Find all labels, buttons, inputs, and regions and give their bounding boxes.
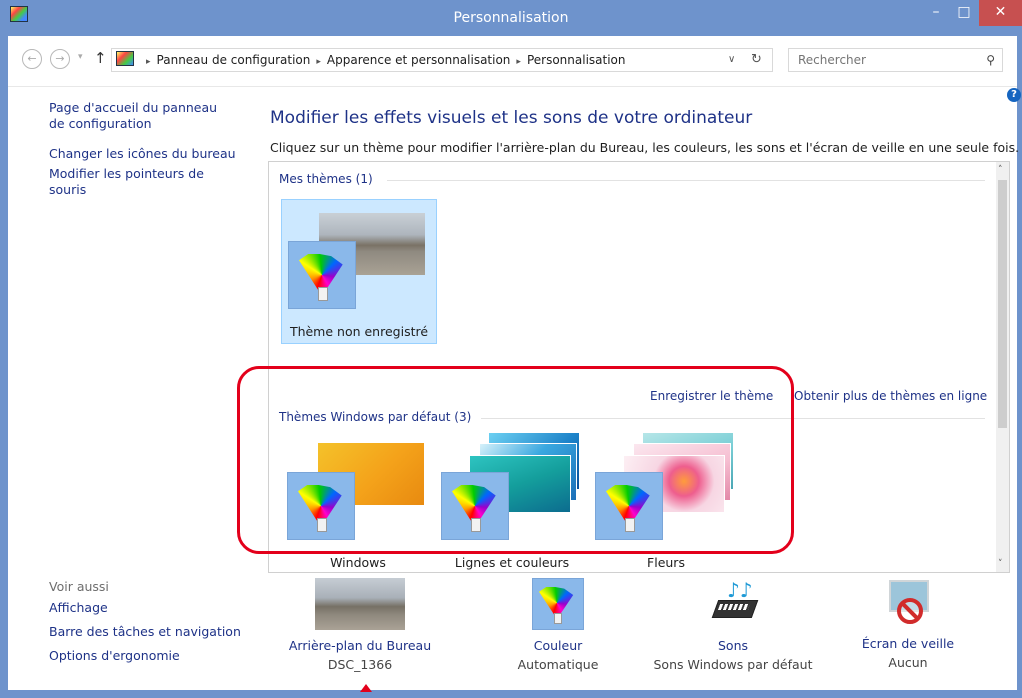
sidebar-link-mouse-pointers[interactable]: Modifier les pointeurs de souris	[49, 166, 239, 198]
color-label[interactable]: Couleur	[508, 638, 608, 653]
minimize-button[interactable]: –	[922, 0, 950, 26]
see-also-display[interactable]: Affichage	[49, 600, 241, 616]
maximize-button[interactable]: □	[950, 0, 978, 26]
sounds-setting[interactable]: ♪♪ Sons Sons Windows par défaut	[648, 578, 818, 672]
address-bar: ← → ▾ ↑ ▸ Panneau de configuration ▸ Appare…	[8, 36, 1017, 87]
screen-saver-label[interactable]: Écran de veille	[858, 636, 958, 651]
scroll-thumb[interactable]	[998, 180, 1007, 428]
help-icon[interactable]: ?	[1007, 88, 1021, 102]
page-description: Cliquez sur un thème pour modifier l'arr…	[270, 140, 1020, 155]
get-more-themes-link[interactable]: Obtenir plus de thèmes en ligne	[794, 389, 987, 403]
see-also-ease-of-access[interactable]: Options d'ergonomie	[49, 648, 241, 664]
sidebar-link-desktop-icons[interactable]: Changer les icônes du bureau	[49, 146, 239, 162]
bottom-settings-bar: Voir aussi Affichage Barre des tâches et…	[8, 571, 1017, 690]
breadcrumb-separator[interactable]: ▸	[516, 57, 521, 67]
group-divider	[387, 180, 985, 181]
theme-list-scrollbar[interactable]: ˄ ˅	[996, 162, 1009, 572]
screen-saver-icon	[885, 578, 931, 628]
breadcrumb[interactable]: ▸ Panneau de configuration ▸ Apparence et p…	[111, 48, 773, 72]
forward-button[interactable]: →	[50, 49, 70, 69]
search-icon[interactable]: ⚲	[986, 49, 995, 71]
breadcrumb-separator[interactable]: ▸	[316, 57, 321, 67]
desktop-background-label[interactable]: Arrière-plan du Bureau	[285, 638, 435, 653]
control-panel-icon	[116, 51, 134, 66]
screen-saver-setting[interactable]: Écran de veille Aucun	[858, 578, 958, 670]
search-box[interactable]: ⚲	[788, 48, 1003, 72]
theme-name: Fleurs	[647, 555, 685, 570]
desktop-background-setting[interactable]: Arrière-plan du Bureau DSC_1366	[285, 578, 435, 672]
theme-unsaved[interactable]: Thème non enregistré	[281, 199, 437, 344]
my-themes-label: Mes thèmes (1)	[279, 172, 373, 186]
breadcrumb-control-panel[interactable]: Panneau de configuration	[157, 53, 311, 67]
scroll-down-arrow[interactable]: ˅	[998, 559, 1003, 569]
title-bar[interactable]: Personnalisation – □ ✕	[0, 0, 1022, 36]
color-setting[interactable]: Couleur Automatique	[508, 578, 608, 672]
back-button[interactable]: ←	[22, 49, 42, 69]
sounds-value: Sons Windows par défaut	[653, 657, 813, 672]
see-also: Voir aussi Affichage Barre des tâches et…	[49, 579, 241, 664]
sidebar-link-control-panel-home[interactable]: Page d'accueil du panneau de configurati…	[49, 100, 229, 132]
see-also-taskbar[interactable]: Barre des tâches et navigation	[49, 624, 241, 640]
highlight-annotation	[237, 366, 794, 554]
screen-saver-value: Aucun	[888, 655, 928, 670]
recent-pages-dropdown[interactable]: ▾	[78, 52, 83, 62]
close-button[interactable]: ✕	[979, 0, 1022, 26]
theme-name: Windows	[330, 555, 386, 570]
breadcrumb-personalization[interactable]: Personnalisation	[527, 53, 626, 67]
page-title: Modifier les effets visuels et les sons …	[270, 108, 753, 128]
window: Personnalisation – □ ✕ ← → ▾ ↑ ▸ Panneau …	[0, 0, 1022, 698]
refresh-icon[interactable]: ↻	[751, 49, 762, 71]
scroll-up-arrow[interactable]: ˄	[998, 165, 1003, 175]
client-area: ← → ▾ ↑ ▸ Panneau de configuration ▸ Appare…	[8, 36, 1021, 692]
color-palette-icon	[532, 578, 584, 630]
color-value: Automatique	[517, 657, 599, 672]
sidebar: Page d'accueil du panneau de configurati…	[49, 100, 239, 198]
theme-name: Thème non enregistré	[289, 324, 429, 339]
window-title: Personnalisation	[453, 10, 569, 26]
breadcrumb-separator[interactable]: ▸	[146, 57, 151, 67]
see-also-title: Voir aussi	[49, 579, 109, 594]
sounds-icon: ♪♪	[707, 578, 759, 630]
breadcrumb-appearance[interactable]: Apparence et personnalisation	[327, 53, 511, 67]
search-input[interactable]	[796, 52, 980, 68]
sounds-label[interactable]: Sons	[648, 638, 818, 653]
theme-name: Lignes et couleurs	[454, 555, 570, 570]
desktop-background-icon	[315, 578, 405, 630]
up-button[interactable]: ↑	[94, 49, 107, 67]
desktop-background-value: DSC_1366	[327, 657, 393, 672]
address-dropdown-icon[interactable]: ∨	[728, 49, 735, 71]
red-arrow-annotation	[360, 684, 372, 692]
color-palette-icon	[288, 241, 356, 309]
